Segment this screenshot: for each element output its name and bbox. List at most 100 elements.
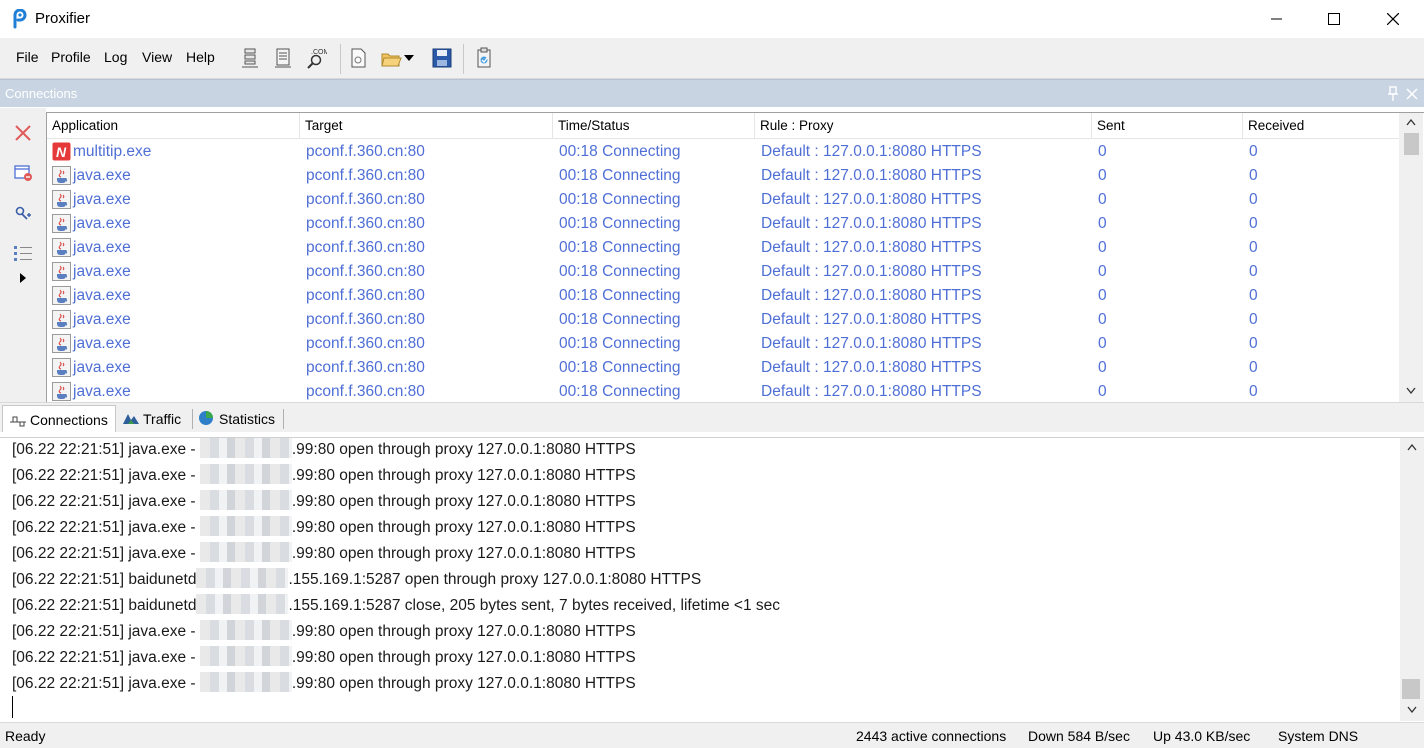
java-app-icon: [52, 190, 71, 209]
column-header-application[interactable]: Application: [47, 113, 300, 139]
tab-traffic[interactable]: Traffic: [120, 405, 192, 432]
cell-target: pconf.f.360.cn:80: [306, 167, 425, 184]
cell-rule: Default : 127.0.0.1:8080 HTTPS: [761, 143, 982, 160]
log-scrollbar[interactable]: [1400, 438, 1424, 721]
cell-rule: Default : 127.0.0.1:8080 HTTPS: [761, 335, 982, 352]
close-app-connections-button[interactable]: [11, 161, 35, 185]
cell-application: java.exe: [73, 287, 131, 304]
log-line: [06.22 22:21:51] java.exe - .99:80 open …: [12, 620, 636, 641]
table-scrollbar[interactable]: [1399, 113, 1423, 402]
log-line-prefix: [06.22 22:21:51] java.exe -: [12, 649, 200, 666]
column-header-received[interactable]: Received: [1243, 113, 1393, 139]
column-header-target[interactable]: Target: [300, 113, 553, 139]
connections-tab-icon: [10, 416, 26, 427]
tab-label: Traffic: [143, 411, 182, 427]
menu-profile[interactable]: Profile: [51, 49, 91, 65]
chevron-down-icon[interactable]: [1406, 387, 1416, 394]
cell-rule: Default : 127.0.0.1:8080 HTTPS: [761, 287, 982, 304]
cell-status: 00:18 Connecting: [559, 167, 681, 184]
save-profile-button[interactable]: [430, 46, 454, 70]
table-row[interactable]: java.exe pconf.f.360.cn:80 00:18 Connectin…: [47, 380, 1399, 402]
tab-separator: [283, 409, 284, 429]
table-row[interactable]: java.exe pconf.f.360.cn:80 00:18 Connectin…: [47, 332, 1399, 356]
cell-target: pconf.f.360.cn:80: [306, 383, 425, 400]
close-window-button[interactable]: [1364, 0, 1422, 38]
toolbar-separator: [340, 44, 341, 74]
advanced-settings-button[interactable]: [472, 46, 496, 70]
log-line: [06.22 22:21:51] java.exe - .99:80 open …: [12, 516, 636, 537]
status-down-rate: Down 584 B/sec: [1028, 728, 1130, 744]
cell-received: 0: [1249, 263, 1258, 280]
proxy-servers-button[interactable]: [238, 46, 262, 70]
minimize-button[interactable]: [1248, 0, 1306, 38]
cell-received: 0: [1249, 215, 1258, 232]
column-header-time-status[interactable]: Time/Status: [553, 113, 755, 139]
open-profile-dropdown[interactable]: [401, 46, 417, 70]
cell-rule: Default : 127.0.0.1:8080 HTTPS: [761, 359, 982, 376]
menu-log[interactable]: Log: [104, 49, 127, 65]
name-resolution-icon: .COM: [307, 49, 327, 69]
cell-target: pconf.f.360.cn:80: [306, 215, 425, 232]
chevron-down-icon[interactable]: [1407, 706, 1417, 713]
redacted-address: [199, 542, 292, 562]
menu-view[interactable]: View: [142, 49, 172, 65]
java-app-icon: [52, 262, 71, 281]
cell-target: pconf.f.360.cn:80: [306, 143, 425, 160]
redacted-address: [199, 516, 292, 536]
table-row[interactable]: java.exe pconf.f.360.cn:80 00:18 Connectin…: [47, 236, 1399, 260]
status-bar: Ready 2443 active connections Down 584 B…: [0, 722, 1424, 748]
menu-help[interactable]: Help: [186, 49, 215, 65]
chevron-up-icon[interactable]: [1407, 444, 1417, 451]
column-header-rule-proxy[interactable]: Rule : Proxy: [755, 113, 1092, 139]
log-line: [06.22 22:21:51] java.exe - .99:80 open …: [12, 542, 636, 563]
pin-icon[interactable]: [1386, 86, 1400, 102]
table-row[interactable]: java.exe pconf.f.360.cn:80 00:18 Connectin…: [47, 212, 1399, 236]
cell-target: pconf.f.360.cn:80: [306, 335, 425, 352]
cell-application: multitip.exe: [73, 143, 152, 160]
log-line-prefix: [06.22 22:21:51] java.exe -: [12, 545, 200, 562]
name-resolution-button[interactable]: .COM: [304, 46, 328, 70]
table-row[interactable]: java.exe pconf.f.360.cn:80 00:18 Connectin…: [47, 356, 1399, 380]
table-row[interactable]: java.exe pconf.f.360.cn:80 00:18 Connectin…: [47, 164, 1399, 188]
expand-toolbar-button[interactable]: [11, 266, 35, 290]
tab-connections[interactable]: Connections: [2, 405, 116, 432]
cell-received: 0: [1249, 287, 1258, 304]
text-caret: [12, 696, 13, 718]
table-row[interactable]: java.exe pconf.f.360.cn:80 00:18 Connectin…: [47, 188, 1399, 212]
proxification-rules-button[interactable]: [271, 46, 295, 70]
cell-rule: Default : 127.0.0.1:8080 HTTPS: [761, 311, 982, 328]
open-profile-icon: [381, 53, 402, 67]
list-view-button[interactable]: [11, 241, 35, 265]
cell-received: 0: [1249, 359, 1258, 376]
scrollbar-thumb[interactable]: [1402, 679, 1420, 699]
log-line: [06.22 22:21:51] java.exe - .99:80 open …: [12, 464, 636, 485]
new-profile-button[interactable]: [346, 46, 370, 70]
new-profile-icon: [351, 48, 366, 68]
connections-side-toolbar: [0, 108, 46, 402]
table-row[interactable]: java.exe pconf.f.360.cn:80 00:18 Connectin…: [47, 284, 1399, 308]
tab-statistics[interactable]: Statistics: [196, 405, 282, 432]
cell-rule: Default : 127.0.0.1:8080 HTTPS: [761, 167, 982, 184]
table-row[interactable]: java.exe pconf.f.360.cn:80 00:18 Connectin…: [47, 308, 1399, 332]
cell-received: 0: [1249, 167, 1258, 184]
close-connection-button[interactable]: [11, 121, 35, 145]
chevron-up-icon[interactable]: [1406, 119, 1416, 126]
bottom-tabs: Connections Traffic Statistics: [0, 402, 1424, 432]
java-app-icon: [52, 286, 71, 305]
maximize-button[interactable]: [1305, 0, 1363, 38]
close-icon[interactable]: [1405, 87, 1419, 101]
table-row[interactable]: java.exe pconf.f.360.cn:80 00:18 Connectin…: [47, 260, 1399, 284]
menu-file[interactable]: File: [16, 49, 39, 65]
log-line-prefix: [06.22 22:21:51] java.exe -: [12, 623, 200, 640]
cell-target: pconf.f.360.cn:80: [306, 287, 425, 304]
log-panel[interactable]: [06.22 22:21:51] java.exe - .99:80 open …: [0, 437, 1424, 721]
column-header-sent[interactable]: Sent: [1092, 113, 1243, 139]
cell-status: 00:18 Connecting: [559, 311, 681, 328]
cell-sent: 0: [1098, 359, 1107, 376]
table-row[interactable]: Nmultitip.exe pconf.f.360.cn:80 00:18 Conn…: [47, 140, 1399, 164]
log-line-suffix: .155.169.1:5287 open through proxy 127.0…: [288, 571, 702, 588]
scrollbar-thumb[interactable]: [1404, 133, 1419, 155]
open-profile-button[interactable]: [379, 46, 403, 70]
add-rule-button[interactable]: [11, 201, 35, 225]
log-line-prefix: [06.22 22:21:51] baidunetd: [12, 571, 197, 588]
